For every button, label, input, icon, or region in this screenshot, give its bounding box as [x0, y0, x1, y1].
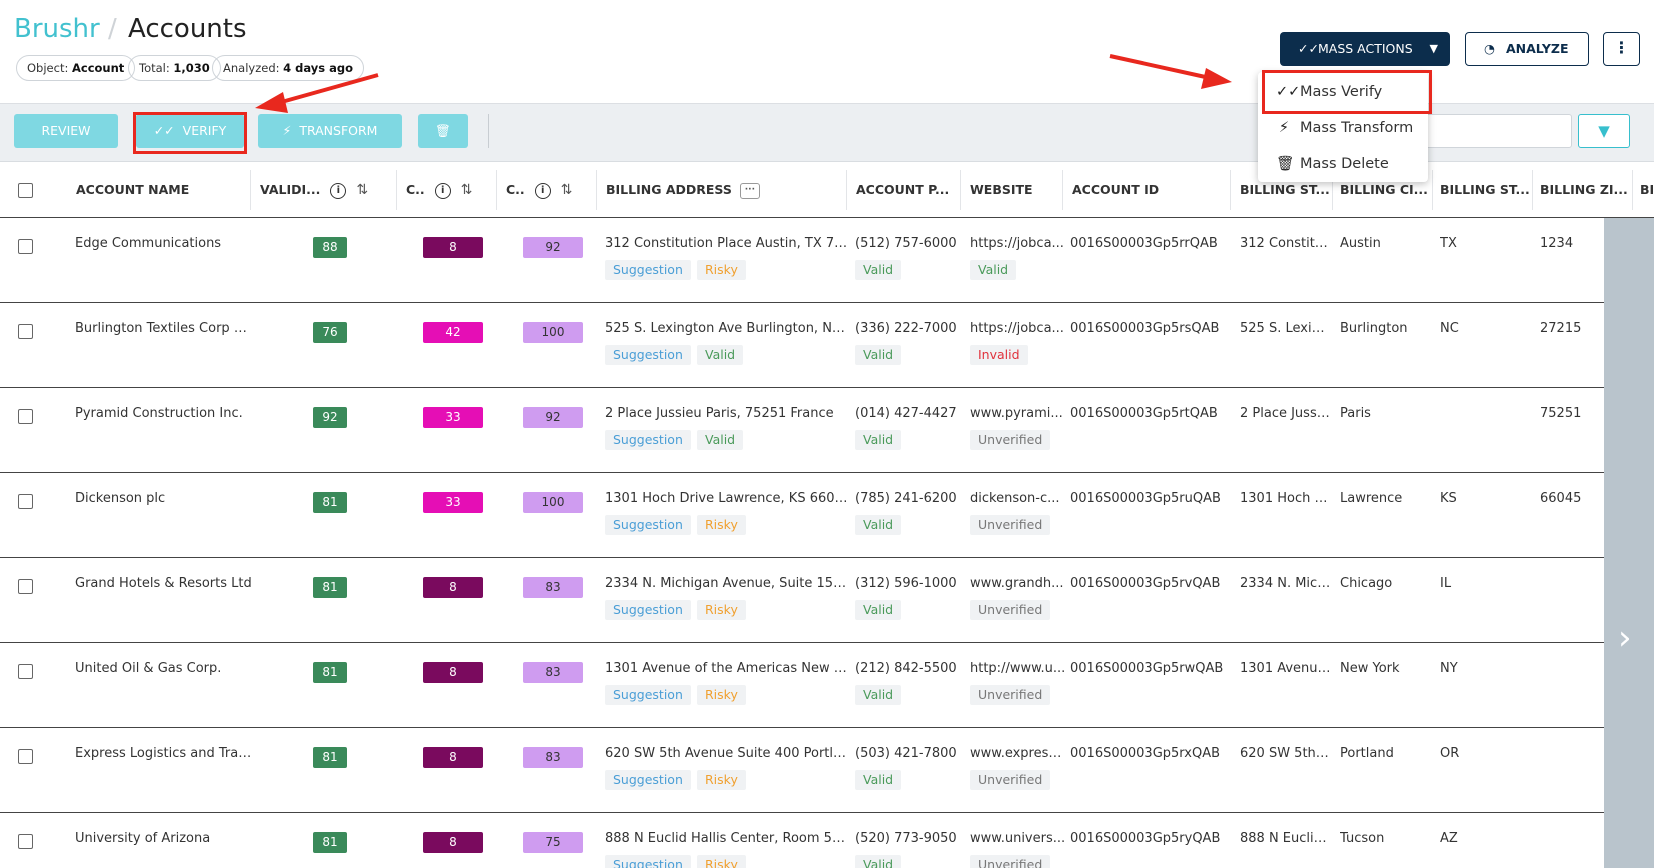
app-page: Brushr / Accounts Object: Account Total:… — [0, 0, 1654, 868]
arrow-to-verify — [255, 73, 379, 113]
annotation-arrows — [255, 54, 1232, 113]
arrow-to-mass-verify — [1109, 54, 1232, 89]
